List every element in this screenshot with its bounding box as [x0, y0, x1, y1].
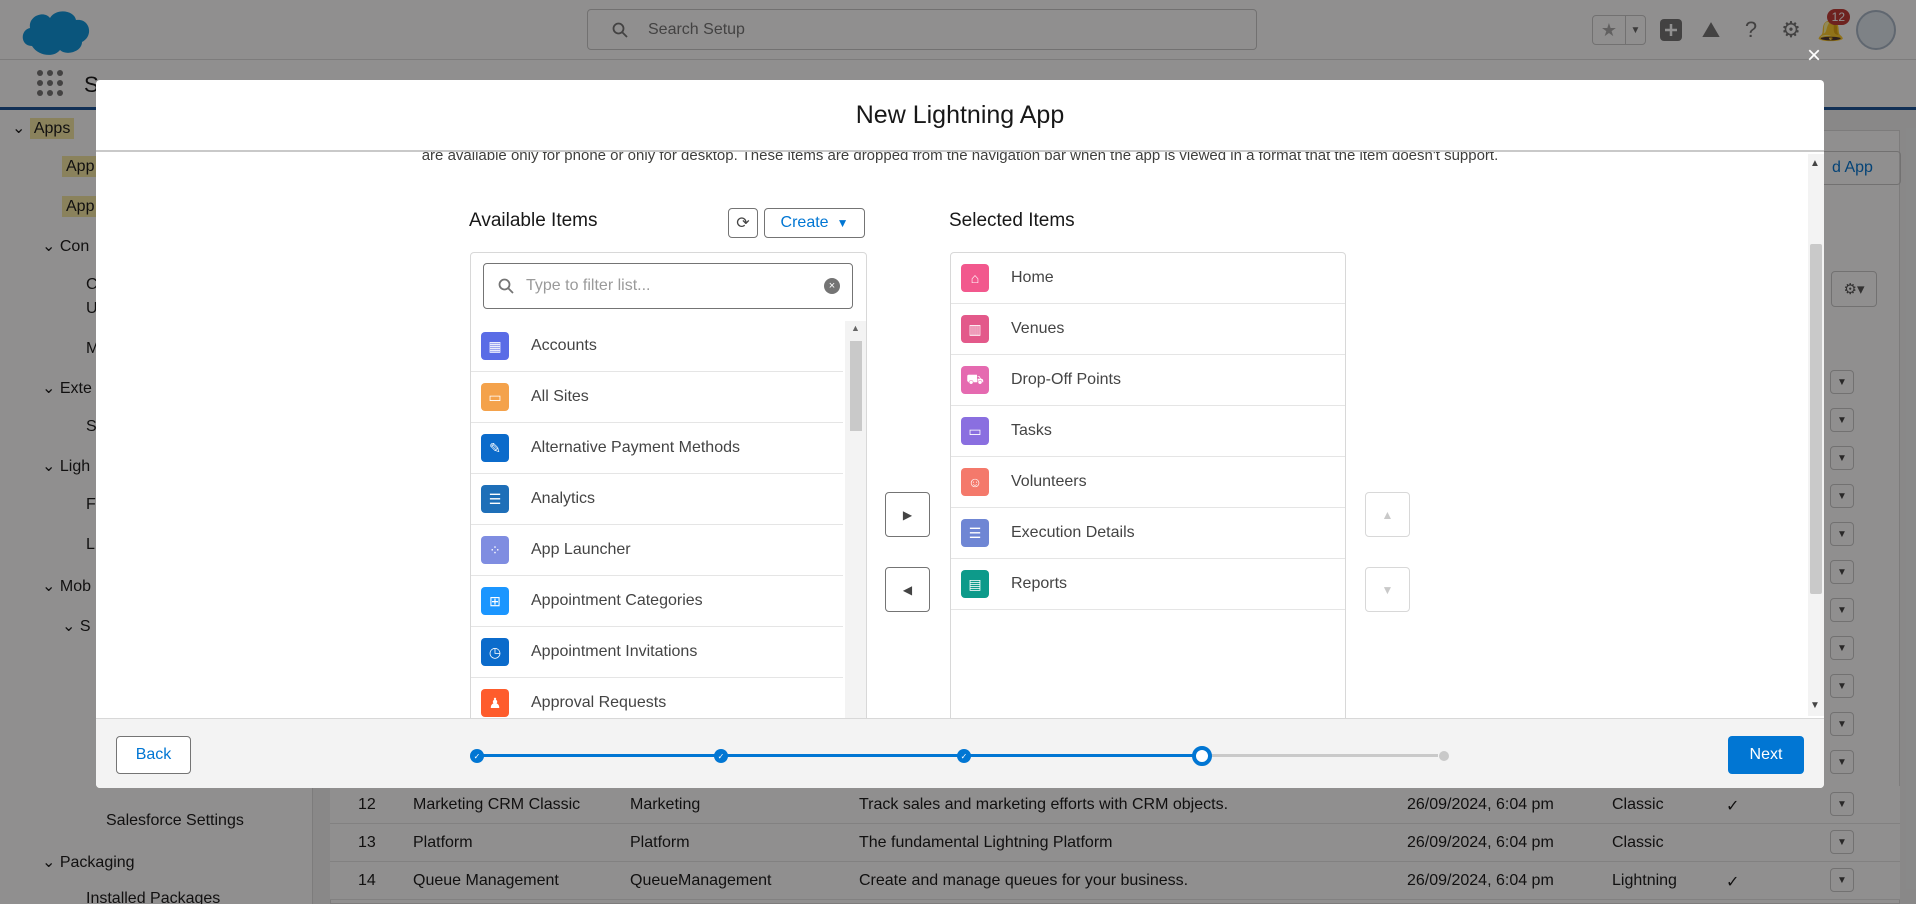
progress-bar-remaining	[1198, 754, 1438, 757]
chevron-down-icon: ▼	[836, 216, 849, 230]
clear-icon[interactable]: ×	[824, 278, 840, 294]
reports-icon: ▤	[961, 570, 989, 598]
modal-header: New Lightning App	[96, 80, 1824, 152]
create-label: Create	[780, 214, 829, 231]
list-item-all-sites[interactable]: ▭ All Sites	[471, 372, 843, 423]
list-item-appointment-categories[interactable]: ⊞ Appointment Categories	[471, 576, 843, 627]
available-items-list: ▦ Accounts ▭ All Sites ✎ Alternative Pay…	[471, 321, 843, 718]
filter-input[interactable]: Type to filter list... ×	[483, 263, 853, 309]
progress-indicator: ✓ ✓ ✓	[470, 746, 1470, 766]
modal-title: New Lightning App	[855, 100, 1065, 129]
list-item-app-launcher[interactable]: ⁘ App Launcher	[471, 525, 843, 576]
scroll-thumb[interactable]	[1810, 244, 1822, 594]
create-dropdown-button[interactable]: Create ▼	[764, 208, 865, 238]
filter-placeholder: Type to filter list...	[526, 277, 651, 294]
invitation-icon: ◷	[481, 638, 509, 666]
list-scrollbar[interactable]: ▲	[845, 321, 866, 718]
step-3-complete-icon[interactable]: ✓	[957, 749, 971, 763]
approval-icon: ♟	[481, 689, 509, 717]
new-lightning-app-modal: New Lightning App are available only for…	[96, 80, 1824, 788]
selected-item-tasks[interactable]: ▭ Tasks	[951, 406, 1345, 457]
refresh-icon[interactable]: ⟳	[728, 208, 758, 238]
dropoff-icon: ⛟	[961, 366, 989, 394]
list-item-appointment-invitations[interactable]: ◷ Appointment Invitations	[471, 627, 843, 678]
scroll-up-icon[interactable]: ▲	[851, 323, 860, 333]
intro-text: are available only for phone or only for…	[421, 152, 1499, 164]
home-icon: ⌂	[961, 264, 989, 292]
building-icon: ▥	[961, 315, 989, 343]
available-items-title: Available Items	[469, 210, 598, 231]
app-launcher-icon: ⁘	[481, 536, 509, 564]
selected-item-home[interactable]: ⌂ Home	[951, 253, 1345, 304]
next-button[interactable]: Next	[1728, 736, 1804, 774]
analytics-icon: ☰	[481, 485, 509, 513]
step-4-current-icon[interactable]	[1192, 746, 1212, 766]
list-item-alternative-payment-methods[interactable]: ✎ Alternative Payment Methods	[471, 423, 843, 474]
step-1-complete-icon[interactable]: ✓	[470, 749, 484, 763]
search-icon	[498, 278, 514, 294]
move-down-button[interactable]: ▼	[1365, 567, 1410, 612]
scroll-up-icon[interactable]: ▲	[1810, 158, 1820, 169]
move-up-button[interactable]: ▲	[1365, 492, 1410, 537]
progress-bar-complete	[477, 754, 1198, 757]
move-left-button[interactable]: ◀	[885, 567, 930, 612]
selected-item-reports[interactable]: ▤ Reports	[951, 559, 1345, 610]
people-icon: ☺	[961, 468, 989, 496]
monitor-icon: ▭	[961, 417, 989, 445]
modal-scrollbar[interactable]: ▲ ▼	[1808, 154, 1824, 716]
modal-body: are available only for phone or only for…	[96, 152, 1824, 718]
selected-item-drop-off-points[interactable]: ⛟ Drop-Off Points	[951, 355, 1345, 406]
modal-footer: Back ✓ ✓ ✓ Next	[96, 718, 1824, 788]
back-button[interactable]: Back	[116, 736, 191, 774]
selected-item-execution-details[interactable]: ☰ Execution Details	[951, 508, 1345, 559]
details-icon: ☰	[961, 519, 989, 547]
selected-item-venues[interactable]: ▥ Venues	[951, 304, 1345, 355]
categories-icon: ⊞	[481, 587, 509, 615]
payment-icon: ✎	[481, 434, 509, 462]
list-item-accounts[interactable]: ▦ Accounts	[471, 321, 843, 372]
scroll-down-icon[interactable]: ▼	[1810, 700, 1820, 711]
selected-items-title: Selected Items	[949, 210, 1075, 231]
selected-items-panel: ⌂ Home ▥ Venues ⛟ Drop-Off Points ▭ Task…	[950, 252, 1346, 718]
accounts-icon: ▦	[481, 332, 509, 360]
list-item-approval-requests[interactable]: ♟ Approval Requests	[471, 678, 843, 718]
move-right-button[interactable]: ▶	[885, 492, 930, 537]
scroll-thumb[interactable]	[850, 341, 862, 431]
list-item-analytics[interactable]: ☰ Analytics	[471, 474, 843, 525]
selected-item-volunteers[interactable]: ☺ Volunteers	[951, 457, 1345, 508]
available-items-panel: Type to filter list... × ▦ Accounts ▭ Al…	[470, 252, 867, 718]
close-icon[interactable]: ×	[1804, 44, 1824, 68]
sites-icon: ▭	[481, 383, 509, 411]
step-5-incomplete-icon[interactable]	[1439, 751, 1449, 761]
step-2-complete-icon[interactable]: ✓	[714, 749, 728, 763]
